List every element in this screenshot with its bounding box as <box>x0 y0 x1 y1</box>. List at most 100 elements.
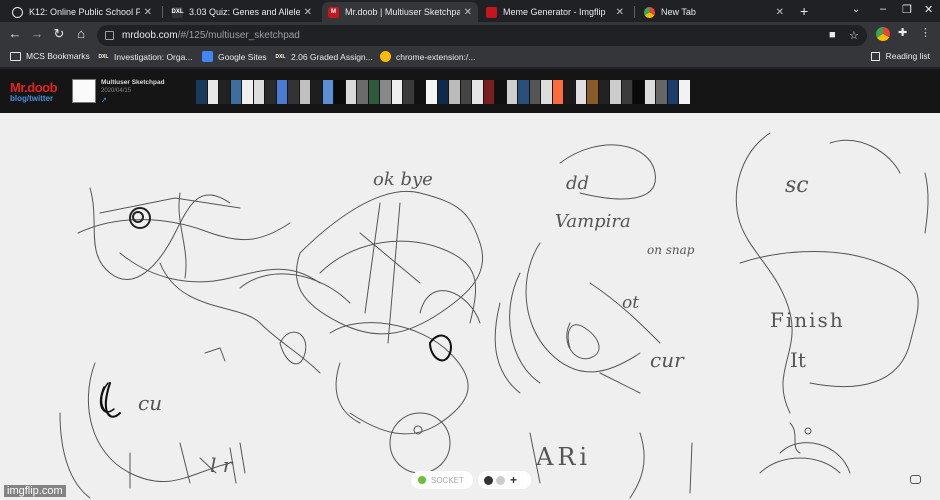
project-thumbnail[interactable] <box>242 80 254 104</box>
close-icon[interactable]: ✕ <box>616 7 624 18</box>
project-thumbnail[interactable] <box>357 80 369 104</box>
bookmark-star-icon[interactable]: ☆ <box>849 29 859 42</box>
project-thumbnail[interactable] <box>610 80 622 104</box>
tab-newtab[interactable]: New Tab ✕ <box>638 2 790 22</box>
reload-icon[interactable]: ↻ <box>50 26 68 42</box>
back-icon[interactable]: ← <box>6 26 24 41</box>
project-thumbnail[interactable] <box>345 80 357 104</box>
puzzle-icon[interactable]: ✚ <box>898 26 907 39</box>
dxl-icon: DXL <box>98 51 109 62</box>
project-thumbnail[interactable] <box>587 80 599 104</box>
bookmark-investigation[interactable]: DXL Investigation: Orga... <box>98 51 192 62</box>
bookmark-chrome-extension[interactable]: chrome-extension:/... <box>380 51 475 62</box>
kebab-menu-icon[interactable]: ⋮ <box>920 26 931 39</box>
socket-status: SOCKET <box>411 471 473 489</box>
tab-quiz[interactable]: DXL 3.03 Quiz: Genes and Alleles ✕ <box>166 2 318 22</box>
project-thumbnail[interactable] <box>253 80 265 104</box>
close-icon[interactable]: ✕ <box>464 7 472 18</box>
sketch-text: ot <box>622 293 640 313</box>
project-thumbnail[interactable] <box>196 80 208 104</box>
sketch-text: cur <box>650 348 684 372</box>
forward-icon[interactable]: → <box>28 26 46 41</box>
project-thumbnail[interactable] <box>414 80 426 104</box>
imgflip-icon <box>486 6 497 18</box>
project-thumbnail[interactable] <box>529 80 541 104</box>
bookmark-mcs[interactable]: MCS Bookmarks <box>10 51 90 61</box>
window-close-icon[interactable]: ✕ <box>924 3 933 16</box>
project-thumbnail[interactable] <box>541 80 553 104</box>
bookmark-graded[interactable]: DXL 2.06 Graded Assign... <box>275 51 373 62</box>
extension-globe-icon <box>380 51 391 62</box>
close-icon[interactable]: ✕ <box>776 7 784 18</box>
bookmark-google-sites[interactable]: Google Sites <box>202 51 267 62</box>
bookmark-label: 2.06 Graded Assign... <box>291 51 373 62</box>
project-thumbnail[interactable] <box>334 80 346 104</box>
close-icon[interactable]: ✕ <box>304 7 312 18</box>
sketch-canvas[interactable]: ok bye dd Vampira on snap ot cur Finish … <box>0 113 940 500</box>
blog-twitter-link[interactable]: blog/twitter <box>10 94 53 103</box>
extension-icon[interactable] <box>876 27 890 41</box>
tab-strip: K12: Online Public School Prog ✕ DXL 3.0… <box>0 0 940 22</box>
chevron-down-icon[interactable]: ⌄ <box>852 4 860 15</box>
project-thumbnail[interactable] <box>265 80 277 104</box>
reading-list-button[interactable]: Reading list <box>870 51 930 61</box>
project-thumbnail[interactable] <box>564 80 576 104</box>
project-thumbnail[interactable] <box>460 80 472 104</box>
project-thumbnail[interactable] <box>230 80 242 104</box>
project-thumbnail[interactable] <box>506 80 518 104</box>
site-logo[interactable]: Mr.doob <box>10 80 58 95</box>
project-thumbnail[interactable] <box>403 80 415 104</box>
project-thumbnail[interactable] <box>598 80 610 104</box>
project-thumbnail-strip <box>196 80 691 104</box>
color-swatch-light[interactable] <box>496 475 505 485</box>
project-thumbnail[interactable] <box>621 80 633 104</box>
sketch-text: ARi <box>536 443 592 471</box>
external-link-icon[interactable]: ↗ <box>101 96 107 104</box>
new-tab-button[interactable]: + <box>800 3 808 19</box>
site-header: Mr.doob blog/twitter Multiuser Sketchpad… <box>0 69 940 113</box>
project-thumbnail[interactable] <box>391 80 403 104</box>
tab-imgflip[interactable]: Meme Generator - Imgflip ✕ <box>480 2 630 22</box>
project-thumbnail[interactable] <box>72 79 96 103</box>
project-thumbnail[interactable] <box>449 80 461 104</box>
socket-label: SOCKET <box>431 475 464 485</box>
project-thumbnail[interactable] <box>276 80 288 104</box>
color-swatch-dark[interactable] <box>484 475 493 485</box>
project-thumbnail[interactable] <box>368 80 380 104</box>
project-thumbnail[interactable] <box>552 80 564 104</box>
minimize-icon[interactable]: – <box>880 3 886 15</box>
project-thumbnail[interactable] <box>299 80 311 104</box>
maximize-icon[interactable]: ❐ <box>902 3 912 16</box>
project-thumbnail[interactable] <box>667 80 679 104</box>
folder-icon <box>10 51 21 61</box>
project-thumbnail[interactable] <box>518 80 530 104</box>
sketch-text: on snap <box>647 243 695 257</box>
project-thumbnail[interactable] <box>495 80 507 104</box>
project-thumbnail[interactable] <box>644 80 656 104</box>
project-thumbnail[interactable] <box>288 80 300 104</box>
close-icon[interactable]: ✕ <box>144 7 152 18</box>
chat-icon[interactable] <box>910 475 921 484</box>
camera-icon[interactable]: ■ <box>829 29 836 41</box>
project-thumbnail[interactable] <box>219 80 231 104</box>
page-info-icon[interactable] <box>105 31 114 40</box>
project-thumbnail[interactable] <box>472 80 484 104</box>
home-icon[interactable]: ⌂ <box>72 26 90 41</box>
project-thumbnail[interactable] <box>633 80 645 104</box>
project-thumbnail[interactable] <box>426 80 438 104</box>
tab-label: Mr.doob | Multiuser Sketchpad <box>345 7 460 17</box>
tab-k12[interactable]: K12: Online Public School Prog ✕ <box>6 2 158 22</box>
address-bar[interactable]: mrdoob.com/#/125/multiuser_sketchpad ■ ☆ <box>97 25 867 46</box>
url-host: mrdoob.com <box>122 30 178 41</box>
add-color-button[interactable]: + <box>510 473 517 487</box>
project-thumbnail[interactable] <box>656 80 668 104</box>
project-thumbnail[interactable] <box>679 80 691 104</box>
project-thumbnail[interactable] <box>380 80 392 104</box>
project-thumbnail[interactable] <box>575 80 587 104</box>
project-thumbnail[interactable] <box>207 80 219 104</box>
tab-mrdoob[interactable]: M Mr.doob | Multiuser Sketchpad ✕ <box>322 2 478 22</box>
project-thumbnail[interactable] <box>437 80 449 104</box>
project-thumbnail[interactable] <box>311 80 323 104</box>
project-thumbnail[interactable] <box>483 80 495 104</box>
project-thumbnail[interactable] <box>322 80 334 104</box>
